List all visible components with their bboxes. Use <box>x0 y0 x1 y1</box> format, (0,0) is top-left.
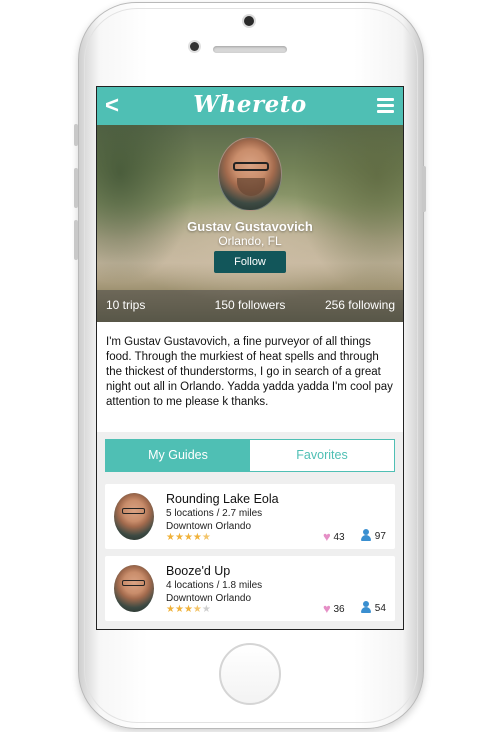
star-icon: ★ <box>183 532 193 543</box>
following-count[interactable]: 256 following <box>325 298 395 312</box>
profile-avatar <box>218 137 282 211</box>
app-screen: < Whereto Gustav Gustavovich Orlando, FL… <box>96 86 404 630</box>
star-icon: ★ <box>183 604 193 615</box>
person-icon <box>361 529 371 541</box>
guides-tab-bar: My Guides Favorites <box>105 439 395 472</box>
tab-my-guides[interactable]: My Guides <box>106 440 250 471</box>
earpiece-speaker <box>213 46 287 53</box>
guide-details: 4 locations / 1.8 miles <box>166 580 263 591</box>
guide-author-avatar <box>114 565 154 612</box>
guide-card[interactable]: Rounding Lake Eola 5 locations / 2.7 mil… <box>105 484 395 549</box>
home-button[interactable] <box>219 643 281 705</box>
heart-icon: ♥ <box>323 529 331 544</box>
guide-area: Downtown Orlando <box>166 593 252 604</box>
guide-area: Downtown Orlando <box>166 521 252 532</box>
likes-count[interactable]: ♥ 43 <box>323 529 345 544</box>
profile-name: Gustav Gustavovich <box>187 219 313 234</box>
mute-switch <box>74 124 78 146</box>
tab-favorites[interactable]: Favorites <box>250 440 394 471</box>
app-logo: Whereto <box>193 91 307 118</box>
star-icon: ★ <box>166 604 175 615</box>
star-icon: ★ <box>201 532 211 543</box>
star-icon: ★ <box>174 604 184 615</box>
volume-up-button <box>74 168 78 208</box>
guide-details: 5 locations / 2.7 miles <box>166 508 263 519</box>
top-navigation-bar: < Whereto <box>97 87 403 125</box>
rating-stars: ★★★★★ <box>166 532 211 543</box>
guide-card[interactable]: Booze'd Up 4 locations / 1.8 miles Downt… <box>105 556 395 621</box>
guide-title: Booze'd Up <box>166 564 231 578</box>
heart-icon: ♥ <box>323 601 331 616</box>
camera-icon <box>244 16 254 26</box>
star-icon: ★ <box>192 532 202 543</box>
person-icon <box>361 601 371 613</box>
star-icon: ★ <box>166 532 175 543</box>
views-value: 54 <box>374 603 386 614</box>
star-icon: ★ <box>192 604 202 615</box>
profile-header: Gustav Gustavovich Orlando, FL Follow 10… <box>97 125 403 322</box>
star-icon: ★ <box>201 604 211 615</box>
likes-count[interactable]: ♥ 36 <box>323 601 345 616</box>
guide-title: Rounding Lake Eola <box>166 492 279 506</box>
likes-value: 36 <box>333 604 345 615</box>
profile-stats-bar: 10 trips 150 followers 256 following <box>97 290 403 322</box>
views-value: 97 <box>374 531 386 542</box>
likes-value: 43 <box>333 532 345 543</box>
hamburger-menu-icon[interactable] <box>377 98 394 114</box>
power-button <box>422 166 426 212</box>
rating-stars: ★★★★★ <box>166 604 211 615</box>
views-count: 97 <box>361 529 386 542</box>
front-camera-icon <box>190 42 199 51</box>
views-count: 54 <box>361 601 386 614</box>
volume-down-button <box>74 220 78 260</box>
profile-bio: I'm Gustav Gustavovich, a fine purveyor … <box>97 322 403 432</box>
guide-author-avatar <box>114 493 154 540</box>
star-icon: ★ <box>174 532 184 543</box>
follow-button[interactable]: Follow <box>214 251 286 273</box>
profile-location: Orlando, FL <box>218 234 282 248</box>
